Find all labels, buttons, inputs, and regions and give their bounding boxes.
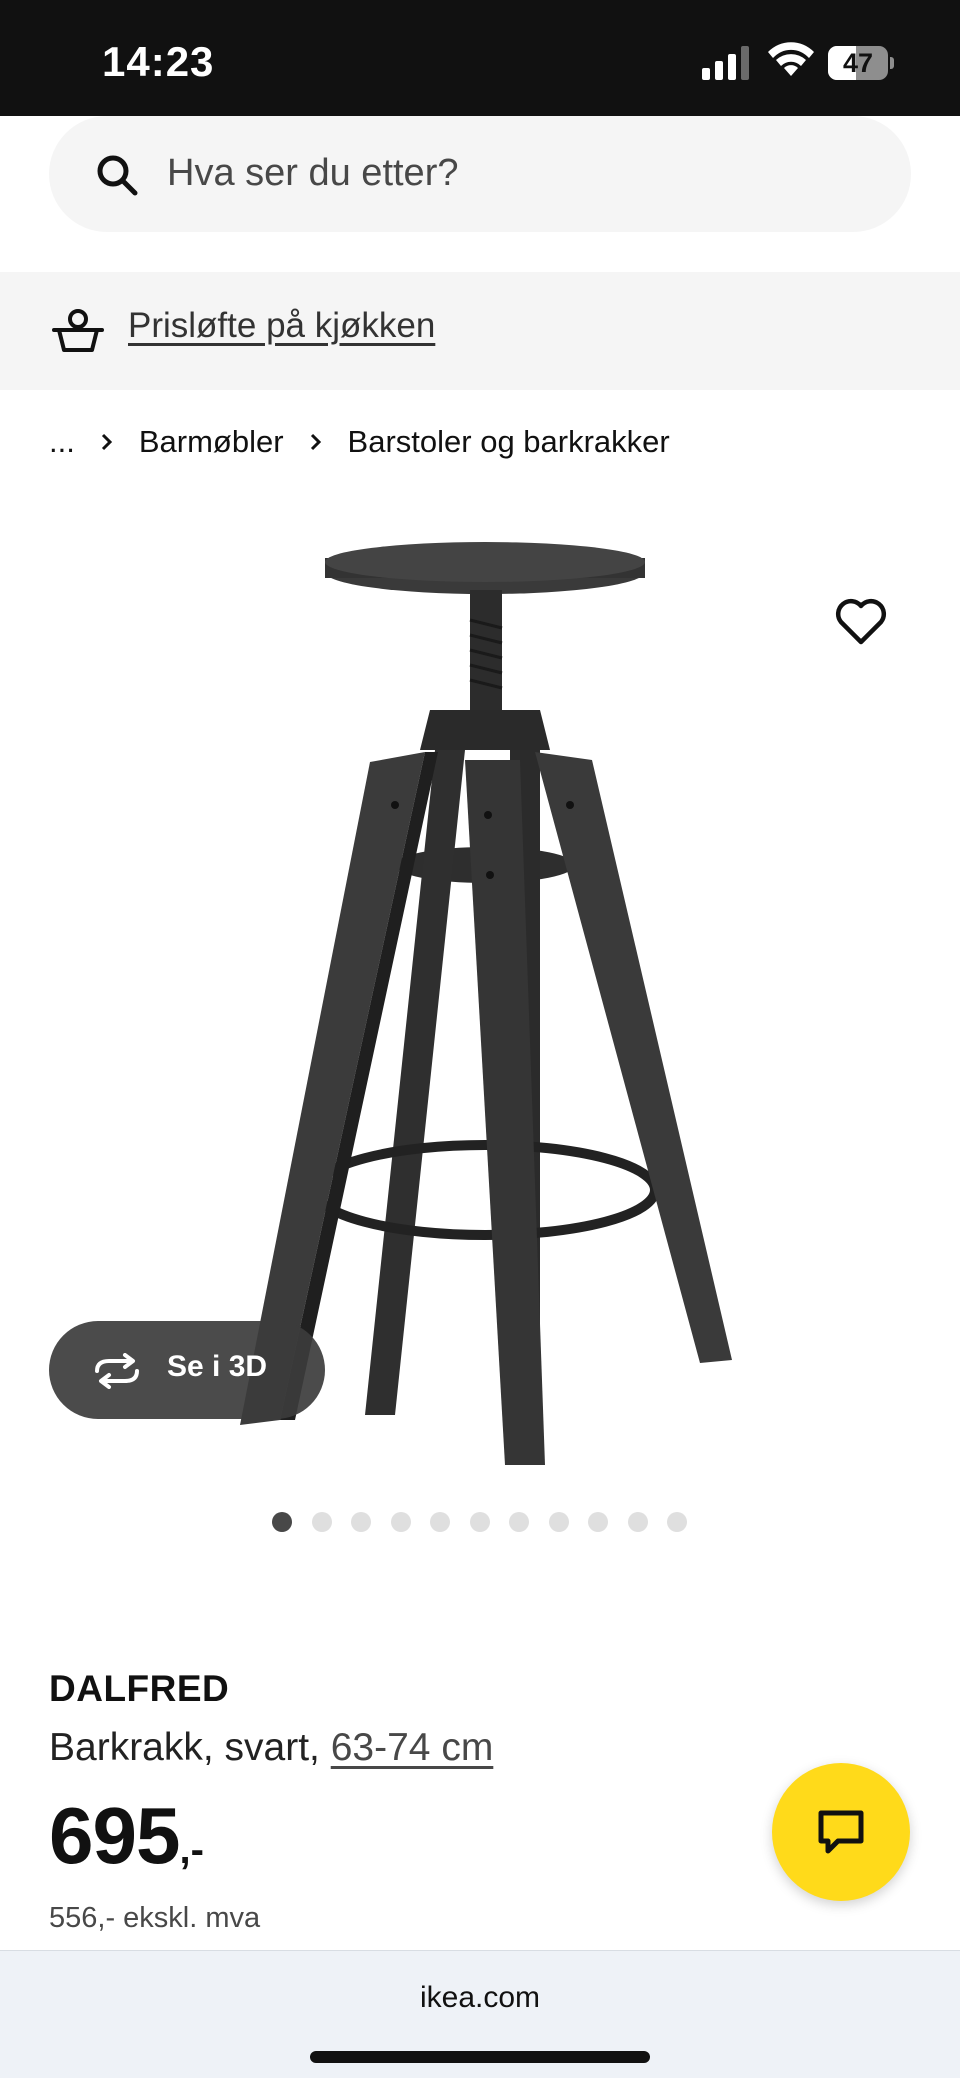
price-suffix: ,- [179, 1828, 204, 1872]
pager-dot[interactable] [548, 1512, 569, 1532]
basket-icon [52, 309, 104, 352]
home-indicator [310, 2051, 650, 2063]
favorite-heart-icon[interactable] [833, 594, 889, 650]
status-bar: 14:23 47 [0, 0, 960, 116]
promo-banner: Prisløfte på kjøkken [0, 272, 960, 390]
breadcrumb: ... Barmøbler Barstoler og barkrakker [49, 422, 670, 462]
price-main: 695 [49, 1791, 180, 1880]
view-3d-label: Se i 3D [167, 1350, 268, 1383]
pager-dot[interactable] [311, 1512, 332, 1532]
browser-address-bar[interactable]: ikea.com [0, 1950, 960, 2078]
view-3d-button[interactable]: Se i 3D [49, 1321, 325, 1419]
promo-link[interactable]: Prisløfte på kjøkken [128, 306, 435, 346]
pager-dot[interactable] [272, 1512, 292, 1532]
pager-dot[interactable] [509, 1512, 529, 1532]
battery-level: 47 [842, 48, 874, 78]
image-pager [272, 1512, 707, 1534]
pager-dot[interactable] [627, 1512, 648, 1532]
price-excl-vat: 556,- ekskl. mva [49, 1902, 261, 1934]
product-description: Barkrakk, svart, 63-74 cm [49, 1726, 493, 1770]
pager-dot[interactable] [469, 1512, 490, 1532]
pager-dot[interactable] [430, 1512, 450, 1532]
product-size-link[interactable]: 63-74 cm [331, 1726, 494, 1769]
breadcrumb-item-barstoler[interactable]: Barstoler og barkrakker [348, 424, 670, 460]
product-price: 695,- [49, 1790, 204, 1882]
pager-dot[interactable] [390, 1512, 411, 1532]
status-time: 14:23 [102, 38, 215, 85]
pager-dot[interactable] [667, 1512, 687, 1532]
chevron-right-icon [101, 433, 112, 451]
cellular-signal-icon [702, 46, 749, 80]
battery-indicator: 47 [828, 46, 894, 80]
rotate-3d-icon [95, 1353, 139, 1389]
browser-url[interactable]: ikea.com [0, 1981, 960, 2015]
product-type: Barkrakk, svart, [49, 1726, 320, 1769]
breadcrumb-item-barmobler[interactable]: Barmøbler [139, 424, 284, 460]
product-name: DALFRED [49, 1668, 230, 1709]
chevron-right-icon [310, 433, 321, 451]
chat-button[interactable] [772, 1763, 910, 1901]
search-input[interactable]: Hva ser du etter? [49, 116, 911, 232]
breadcrumb-ellipsis[interactable]: ... [49, 424, 75, 460]
wifi-icon [768, 42, 814, 76]
search-icon [97, 155, 138, 196]
pager-dot[interactable] [351, 1512, 371, 1532]
pager-dot[interactable] [588, 1512, 608, 1532]
chat-bubble-icon [818, 1810, 864, 1854]
search-placeholder: Hva ser du etter? [167, 152, 459, 194]
